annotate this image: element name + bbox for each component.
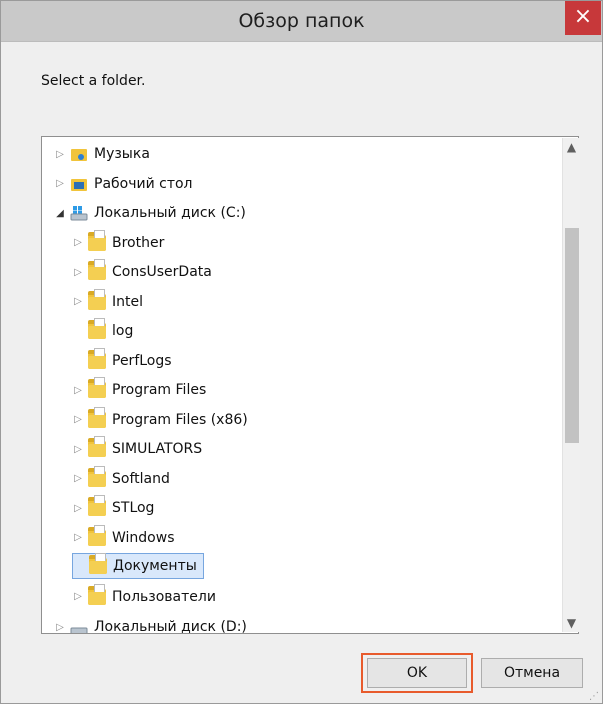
tree-item-label: Program Files (x86) (112, 411, 248, 428)
tree-item-label: PerfLogs (112, 352, 172, 369)
resize-grip-icon[interactable]: ⋰ (589, 691, 599, 702)
tree-item[interactable]: ▷ Пользователи (72, 583, 216, 611)
tree-item-label: Softland (112, 470, 170, 487)
tree-item[interactable]: ◢ Локальный диск (C:) (54, 199, 246, 227)
tree-item-label: Пользователи (112, 588, 216, 605)
folder-icon (88, 347, 106, 370)
scroll-down-icon[interactable]: ▼ (563, 616, 580, 633)
desktop-folder-icon (70, 175, 88, 193)
tree-item-label: Brother (112, 234, 165, 251)
drive-icon (70, 618, 88, 633)
tree-item-label: STLog (112, 500, 155, 516)
tree-item[interactable]: log (72, 317, 133, 345)
collapsed-arrow-icon[interactable]: ▷ (72, 296, 84, 307)
collapsed-arrow-icon[interactable]: ▷ (72, 473, 84, 484)
folder-tree[interactable]: ▷ Музыка ▷ Рабочий стол ◢ Локальный диск (C:)… (41, 136, 579, 634)
collapsed-arrow-icon[interactable]: ▷ (72, 385, 84, 396)
tree-item-label: Локальный диск (C:) (94, 205, 246, 221)
close-button[interactable]: × (565, 1, 601, 35)
folder-icon (88, 524, 106, 547)
browse-folders-dialog: Обзор папок × Select a folder. ▷ Музыка ▷ Р… (0, 0, 603, 704)
tree-item-label: Windows (112, 529, 175, 546)
collapsed-arrow-icon[interactable]: ▷ (72, 591, 84, 602)
tree-item[interactable]: ▷ Softland (72, 465, 170, 493)
tree-item-label: Intel (112, 293, 143, 310)
collapsed-arrow-icon[interactable]: ▷ (72, 503, 84, 514)
cancel-button[interactable]: Отмена (481, 658, 583, 688)
collapsed-arrow-icon[interactable]: ▷ (72, 414, 84, 425)
tree-item-label: Музыка (94, 146, 150, 162)
folder-icon (88, 436, 106, 458)
collapsed-arrow-icon[interactable]: ▷ (54, 178, 66, 189)
tree-item-label: Локальный диск (D:) (94, 619, 247, 634)
scroll-thumb[interactable] (565, 228, 579, 443)
collapsed-arrow-icon[interactable]: ▷ (72, 237, 84, 248)
folder-icon (88, 406, 106, 429)
prompt-label: Select a folder. (41, 73, 146, 89)
ok-button[interactable]: OK (367, 658, 467, 688)
tree-item[interactable]: ▷ STLog (72, 494, 154, 522)
folder-icon (88, 495, 106, 517)
folder-icon (88, 229, 106, 252)
tree-item[interactable]: ▷ Локальный диск (D:) (54, 613, 247, 634)
tree-item-label: SIMULATORS (112, 441, 203, 457)
collapsed-arrow-icon[interactable]: ▷ (54, 622, 66, 633)
collapsed-arrow-icon[interactable]: ▷ (72, 444, 84, 455)
tree-item[interactable]: ▷ Program Files (72, 376, 206, 404)
folder-icon (88, 288, 106, 311)
tree-item[interactable]: ▷ Brother (72, 229, 164, 257)
collapsed-arrow-icon[interactable]: ▷ (72, 532, 84, 543)
tree-item-label: log (112, 323, 134, 339)
vertical-scrollbar[interactable]: ▲ ▼ (562, 138, 580, 632)
tree-item-label: Рабочий стол (94, 175, 193, 192)
tree-item[interactable]: ▷ Windows (72, 524, 175, 552)
tree-item-label: ConsUserData (112, 264, 212, 280)
collapsed-arrow-icon[interactable]: ▷ (72, 267, 84, 278)
tree-item[interactable]: Документы (72, 553, 204, 579)
folder-icon (88, 377, 106, 399)
tree-item[interactable]: ▷ ConsUserData (72, 258, 212, 286)
folder-icon (88, 259, 106, 281)
folder-icon (89, 553, 107, 575)
music-folder-icon (70, 145, 88, 163)
tree-item[interactable]: PerfLogs (72, 347, 172, 375)
tree-item-label: Program Files (112, 382, 207, 398)
tree-item[interactable]: ▷ Program Files (x86) (72, 406, 248, 434)
folder-icon (88, 318, 106, 340)
system-drive-icon (70, 204, 88, 222)
tree-item[interactable]: ▷ SIMULATORS (72, 435, 202, 463)
collapsed-arrow-icon[interactable]: ▷ (54, 149, 66, 160)
folder-icon (88, 583, 106, 606)
tree-item-label: Документы (113, 558, 197, 574)
tree-item[interactable]: ▷ Музыка (54, 140, 150, 168)
tree-item[interactable]: ▷ Intel (72, 288, 143, 316)
window-title: Обзор папок (238, 10, 365, 32)
scroll-up-icon[interactable]: ▲ (563, 140, 580, 157)
expanded-arrow-icon[interactable]: ◢ (54, 208, 66, 219)
tree-item[interactable]: ▷ Рабочий стол (54, 170, 193, 198)
title-bar[interactable]: Обзор папок × (1, 1, 602, 42)
folder-icon (88, 465, 106, 488)
